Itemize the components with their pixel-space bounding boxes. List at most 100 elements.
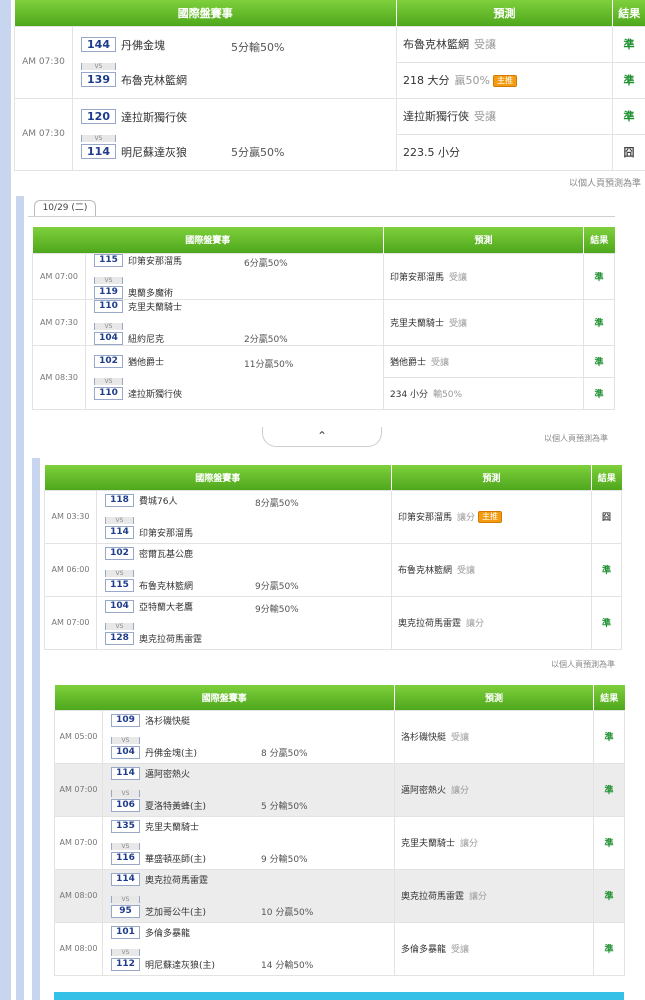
prediction-type: 受讓	[457, 566, 476, 576]
match-time: AM 07:00	[54, 815, 103, 870]
header-prediction: 預測	[394, 685, 595, 710]
match-time: AM 08:00	[54, 868, 103, 923]
result-badge: 準	[583, 252, 616, 300]
vs-label: VS	[111, 790, 140, 797]
table-row: AM 07:00 115 印第安那溜馬 VS 119 奧蘭多魔術 6分贏50% 印第安那溜馬受…	[32, 252, 616, 300]
vs-divider: VS	[105, 560, 255, 579]
away-team: 139 布魯克林籃網	[81, 72, 231, 88]
home-team: 120 達拉斯獨行俠	[81, 109, 231, 125]
prediction-type: 讓分	[451, 786, 470, 796]
table-row: AM 07:00 104 亞特蘭大老鷹 VS 128 奧克拉荷馬雷霆 9分輸50% 奧克拉荷馬…	[44, 595, 623, 650]
home-team-name: 克里夫蘭騎士	[145, 823, 200, 833]
vs-label: VS	[105, 570, 134, 577]
prediction-table: 國際盤賽事 預測 結果 AM 03:30 118 費城76人 VS 114 印第安那溜馬 8分贏5…	[44, 465, 623, 650]
home-team-name: 猶他爵士	[128, 357, 165, 368]
home-team-number: 118	[105, 494, 134, 507]
prediction-pick: 印第安那溜馬	[398, 512, 453, 523]
prediction-pick: 奧克拉荷馬雷霆	[398, 619, 462, 629]
prediction-cell: 奧克拉荷馬雷霆 讓分	[391, 595, 593, 650]
result-badge: 準	[593, 762, 626, 817]
date-tab-underline	[28, 216, 615, 217]
home-team-number: 144	[81, 37, 116, 52]
away-team-name: 丹佛金塊(主)	[145, 749, 198, 759]
table-row: AM 05:00 109 洛杉磯快艇 VS 104 丹佛金塊(主) 8 分贏50% 洛杉磯快艇…	[54, 709, 626, 764]
prediction-pick: 克里夫蘭騎士	[401, 839, 456, 849]
match-cell: 120 達拉斯獨行俠 VS 114 明尼蘇達灰狼 5分贏50%	[72, 97, 397, 171]
away-team-number: 139	[81, 72, 116, 87]
prediction-pick: 克里夫蘭騎士	[390, 318, 445, 329]
away-team-name: 紐約尼克	[128, 334, 165, 345]
table-row: AM 07:00 114 邁阿密熱火 VS 106 夏洛特黃蜂(主) 5 分輸50% 邁阿密熱…	[54, 762, 626, 817]
handicap-line: 5分輸50%	[231, 40, 285, 54]
prediction-cell: 克里夫蘭騎士 讓分	[394, 815, 595, 870]
away-team-number: 119	[94, 285, 123, 299]
prediction-type: 受讓	[449, 272, 468, 283]
vs-divider: VS	[111, 780, 261, 799]
result-badge: 囧	[591, 489, 623, 544]
home-team-name: 邁阿密熱火	[145, 770, 191, 780]
result-badge: 準	[593, 921, 626, 976]
table-row: AM 08:30 102 猶他爵士 VS 110 達拉斯獨行俠 11分贏50% 猶他爵士 受讓準	[32, 344, 616, 410]
home-team-name: 印第安那溜馬	[128, 256, 183, 267]
vs-divider: VS	[111, 727, 261, 746]
handicap-line: 9 分輸50%	[261, 855, 308, 865]
result-badge: 準	[612, 61, 645, 99]
prediction-cell: 布魯克林籃網 受讓	[396, 25, 613, 63]
prediction-pick: 223.5 小分	[403, 146, 460, 159]
prediction-pick: 布魯克林籃網	[398, 566, 453, 576]
collapse-button[interactable]: ⌃	[262, 427, 382, 447]
home-team-name: 奧克拉荷馬雷霆	[145, 876, 209, 886]
prediction-note-3: 以個人頁預測為準	[551, 660, 615, 669]
prediction-type: 受讓	[474, 110, 496, 123]
match-cell: 109 洛杉磯快艇 VS 104 丹佛金塊(主) 8 分贏50%	[101, 709, 396, 764]
away-team: 116 華盛頓巫師(主)	[111, 852, 261, 865]
away-team-number: 128	[105, 632, 134, 645]
table-header-row: 國際盤賽事 預測 結果	[54, 685, 625, 710]
featured-badge: 主推	[478, 511, 503, 524]
away-team: 104 紐約尼克	[94, 331, 244, 345]
result-badge: 準	[583, 344, 616, 378]
prediction-pick: 奧克拉荷馬雷霆	[401, 892, 465, 902]
match-time: AM 06:00	[44, 542, 97, 597]
match-cell: 101 多倫多暴龍 VS 112 明尼蘇達灰狼(主) 14 分輸50%	[101, 921, 396, 976]
prediction-cell: 218 大分 贏50% 主推	[396, 61, 613, 99]
away-team-number: 114	[105, 526, 134, 539]
header-result: 結果	[591, 465, 622, 490]
away-team-number: 116	[111, 852, 140, 865]
home-team: 114 邁阿密熱火	[111, 767, 261, 780]
home-team: 104 亞特蘭大老鷹	[105, 600, 255, 613]
table-header-row: 國際盤賽事 預測 結果	[32, 227, 615, 253]
home-team-name: 多倫多暴龍	[145, 929, 191, 939]
prediction-cell: 邁阿密熱火 讓分	[394, 762, 595, 817]
result-badge: 準	[593, 868, 626, 923]
home-team: 110 克里夫蘭騎士	[94, 299, 244, 313]
match-time: AM 07:30	[14, 25, 73, 99]
prediction-cell: 223.5 小分	[396, 133, 613, 171]
away-team: 95 芝加哥公牛(主)	[111, 905, 261, 918]
prediction-cell: 印第安那溜馬 讓分 主推	[391, 489, 593, 544]
header-match: 國際盤賽事	[54, 685, 396, 710]
away-team: 106 夏洛特黃蜂(主)	[111, 799, 261, 812]
home-team-number: 120	[81, 109, 116, 124]
match-time: AM 03:30	[44, 489, 97, 544]
prediction-type: 受讓	[449, 318, 468, 329]
home-team-number: 114	[111, 767, 140, 780]
match-cell: 118 費城76人 VS 114 印第安那溜馬 8分贏50%	[95, 489, 393, 544]
away-team-name: 華盛頓巫師(主)	[145, 855, 207, 865]
home-team-number: 101	[111, 926, 140, 939]
date-tab[interactable]: 10/29 (二)	[34, 200, 96, 216]
match-cell: 104 亞特蘭大老鷹 VS 128 奧克拉荷馬雷霆 9分輸50%	[95, 595, 393, 650]
prediction-cell: 奧克拉荷馬雷霆 讓分	[394, 868, 595, 923]
vs-label: VS	[111, 737, 140, 744]
vs-divider: VS	[94, 368, 244, 387]
section-4: 國際盤賽事 預測 結果 AM 05:00 109 洛杉磯快艇 VS 104 丹佛金塊(主) 8 分…	[54, 685, 626, 976]
away-team-number: 104	[94, 331, 123, 345]
header-match: 國際盤賽事	[44, 465, 393, 490]
table-header-row: 國際盤賽事 預測 結果	[44, 465, 622, 490]
match-cell: 102 猶他爵士 VS 110 達拉斯獨行俠 11分贏50%	[84, 344, 385, 410]
away-team-number: 95	[111, 905, 140, 918]
prediction-type: 受讓	[451, 733, 470, 743]
match-time: AM 07:30	[32, 298, 86, 346]
header-result: 結果	[583, 227, 615, 253]
home-team: 118 費城76人	[105, 494, 255, 507]
